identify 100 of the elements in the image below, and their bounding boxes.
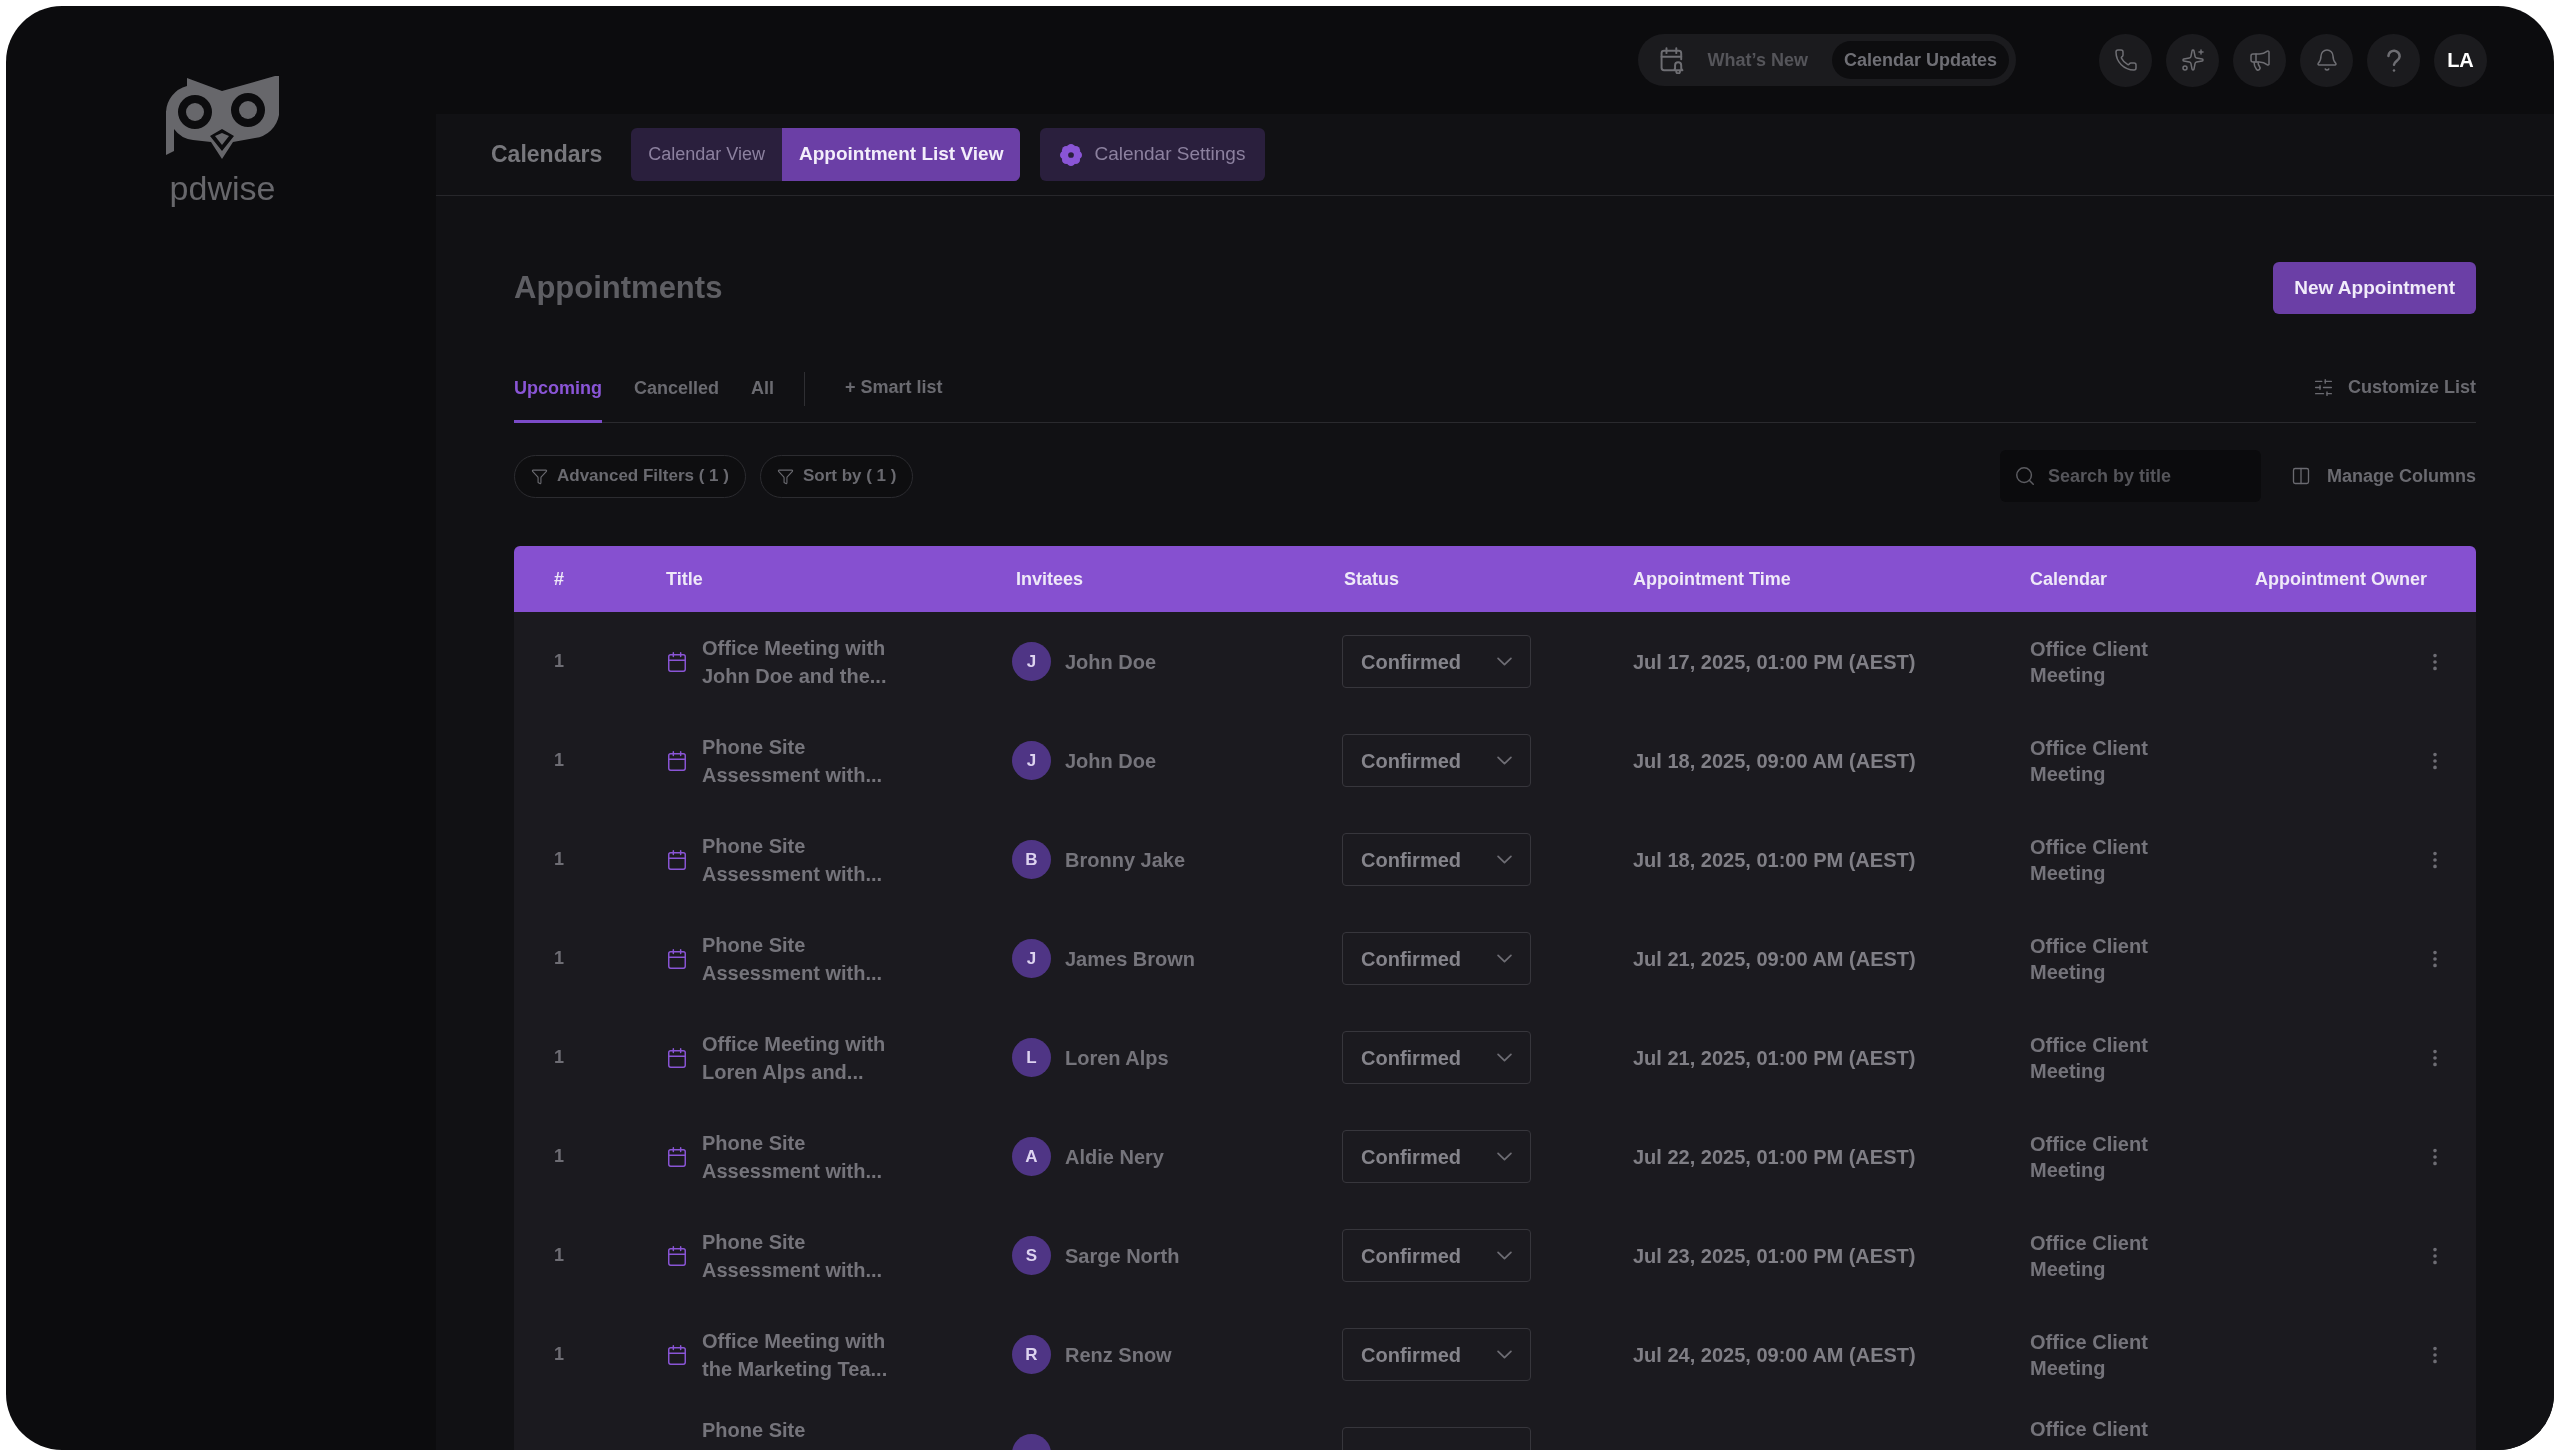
calendar-icon bbox=[666, 1046, 688, 1069]
list-tab[interactable]: Cancelled bbox=[634, 362, 720, 423]
appointment-time: Jul 21, 2025, 09:00 AM (AEST) bbox=[1633, 947, 1916, 970]
calendar-settings-button[interactable]: Calendar Settings bbox=[1040, 128, 1266, 181]
calendar-name: Office Client Meeting bbox=[2030, 1329, 2149, 1381]
invitee-name: Bronny Jake bbox=[1065, 847, 1186, 873]
updates-switch-option[interactable]: Calendar Updates bbox=[1831, 41, 2009, 79]
invitee-name: Sarge North bbox=[1065, 1243, 1180, 1269]
phone-icon bbox=[2113, 48, 2138, 72]
appointment-title: Phone Site Assessment with... bbox=[702, 1229, 884, 1283]
status-dropdown[interactable]: Confirmed bbox=[1342, 1031, 1531, 1084]
appointment-title: Office Meeting with Loren Alps and... bbox=[702, 1031, 887, 1085]
column-header: Appointment Owner bbox=[2255, 568, 2427, 589]
appointment-title: Phone Site bbox=[702, 1418, 807, 1443]
row-number: 1 bbox=[554, 1344, 564, 1364]
filter-chip[interactable]: Advanced Filters ( 1 ) bbox=[514, 454, 746, 498]
column-header: Status bbox=[1344, 568, 1399, 589]
status-dropdown[interactable]: Confirmed bbox=[1342, 1130, 1531, 1183]
updates-switch-option[interactable]: What’s New bbox=[1695, 41, 1820, 79]
appointment-title: Phone Site Assessment with... bbox=[702, 1130, 884, 1184]
status-dropdown[interactable]: Confirmed bbox=[1342, 833, 1531, 886]
calendar-name: Office Client Meeting bbox=[2030, 933, 2149, 985]
chevron-down-icon bbox=[1497, 1053, 1512, 1062]
gear-icon bbox=[1060, 143, 1083, 166]
column-header: # bbox=[554, 568, 564, 589]
invitee-name: Aldie Nery bbox=[1065, 1144, 1164, 1170]
appointment-time: Jul 18, 2025, 01:00 PM (AEST) bbox=[1633, 848, 1916, 871]
manage-columns-button[interactable]: Manage Columns bbox=[2290, 462, 2476, 490]
row-number: 1 bbox=[554, 750, 564, 770]
calendar-icon bbox=[666, 749, 688, 772]
search-icon bbox=[2013, 465, 2036, 487]
view-tab[interactable]: Appointment List View bbox=[781, 128, 1021, 181]
appointment-time: Jul 22, 2025, 01:00 PM (AEST) bbox=[1633, 1145, 1916, 1168]
calendar-name: Office Client Meeting bbox=[2030, 834, 2149, 886]
column-header: Title bbox=[666, 568, 703, 589]
calendar-name: Office Client Meeting bbox=[2030, 1032, 2149, 1084]
invitee-avatar: J bbox=[1012, 741, 1051, 780]
filter-chip[interactable]: Sort by ( 1 ) bbox=[759, 454, 914, 498]
help-icon bbox=[2386, 48, 2401, 72]
list-tab[interactable]: All bbox=[751, 362, 775, 423]
user-avatar[interactable]: LA bbox=[2434, 33, 2487, 87]
status-dropdown[interactable]: Confirmed bbox=[1342, 635, 1531, 688]
appointment-time: Jul 17, 2025, 01:00 PM (AEST) bbox=[1633, 650, 1916, 673]
appointment-title: Office Meeting with the Marketing Tea... bbox=[702, 1328, 889, 1382]
sparkles-icon bbox=[2180, 48, 2205, 72]
logo-wordmark: pdwise bbox=[169, 171, 276, 205]
calendar-bell-icon bbox=[1659, 46, 1684, 74]
chevron-down-icon bbox=[1497, 1251, 1512, 1260]
invitee-name: John Doe bbox=[1065, 748, 1157, 774]
calendar-icon bbox=[666, 848, 688, 871]
row-number: 1 bbox=[554, 1146, 564, 1166]
calendar-name: Office Client Meeting bbox=[2030, 636, 2149, 688]
status-dropdown[interactable]: Confirmed bbox=[1342, 932, 1531, 985]
chevron-down-icon bbox=[1497, 954, 1512, 963]
notifications-button[interactable] bbox=[2300, 33, 2353, 87]
filter-icon bbox=[531, 467, 548, 485]
new-appointment-button[interactable]: New Appointment bbox=[2273, 262, 2476, 314]
customize-list-button[interactable]: Customize List bbox=[2313, 362, 2476, 422]
calendar-name: Office Client Meeting bbox=[2030, 735, 2149, 787]
status-dropdown[interactable]: Confirmed bbox=[1342, 734, 1531, 787]
appointment-title: Phone Site Assessment with... bbox=[702, 734, 884, 788]
calendar-name: Office Client Meeting bbox=[2030, 1131, 2149, 1183]
calendar-icon bbox=[666, 650, 688, 673]
calendar-name: Office Client Meeting bbox=[2030, 1230, 2149, 1282]
calendar-icon bbox=[666, 947, 688, 970]
row-number: 1 bbox=[554, 948, 564, 968]
row-number: 1 bbox=[554, 1245, 564, 1265]
appointment-time: Jul 18, 2025, 09:00 AM (AEST) bbox=[1633, 749, 1916, 772]
status-dropdown[interactable]: Confirmed bbox=[1342, 1229, 1531, 1282]
chevron-down-icon bbox=[1497, 855, 1512, 864]
list-tab[interactable]: Upcoming bbox=[514, 362, 602, 423]
invitee-avatar: S bbox=[1012, 1236, 1051, 1275]
appointment-title: Phone Site Assessment with... bbox=[702, 833, 884, 887]
ai-assistant-button[interactable] bbox=[2166, 33, 2219, 87]
row-number: 1 bbox=[554, 651, 564, 671]
row-number: 1 bbox=[554, 1047, 564, 1067]
call-button[interactable] bbox=[2099, 33, 2152, 87]
status-dropdown[interactable]: Confirmed bbox=[1342, 1328, 1531, 1381]
column-header: Invitees bbox=[1016, 568, 1084, 589]
invitee-name: James Brown bbox=[1065, 946, 1196, 972]
invitee-avatar: L bbox=[1012, 1038, 1051, 1077]
calendar-icon bbox=[666, 1244, 688, 1267]
appointment-time: Jul 23, 2025, 01:00 PM (AEST) bbox=[1633, 1244, 1916, 1267]
appointment-title: Phone Site Assessment with... bbox=[702, 932, 884, 986]
calendar-icon bbox=[666, 1343, 688, 1366]
invitee-avatar: B bbox=[1012, 840, 1051, 879]
appointment-title: Office Meeting with John Doe and the... bbox=[702, 635, 888, 689]
column-header: Appointment Time bbox=[1633, 568, 1791, 589]
search-field[interactable]: Search by title bbox=[1999, 450, 2261, 502]
sliders-icon bbox=[2313, 377, 2334, 398]
view-tab[interactable]: Calendar View bbox=[631, 128, 782, 181]
announcements-button[interactable] bbox=[2233, 33, 2286, 87]
page-title: Appointments bbox=[514, 268, 723, 307]
smart-list-button[interactable]: + Smart list bbox=[845, 362, 943, 422]
invitee-name: Loren Alps bbox=[1065, 1045, 1169, 1071]
filter-icon bbox=[776, 467, 794, 485]
help-button[interactable] bbox=[2367, 33, 2420, 87]
chevron-down-icon bbox=[1497, 657, 1512, 666]
row-number: 1 bbox=[554, 849, 564, 869]
chevron-down-icon bbox=[1497, 756, 1512, 765]
